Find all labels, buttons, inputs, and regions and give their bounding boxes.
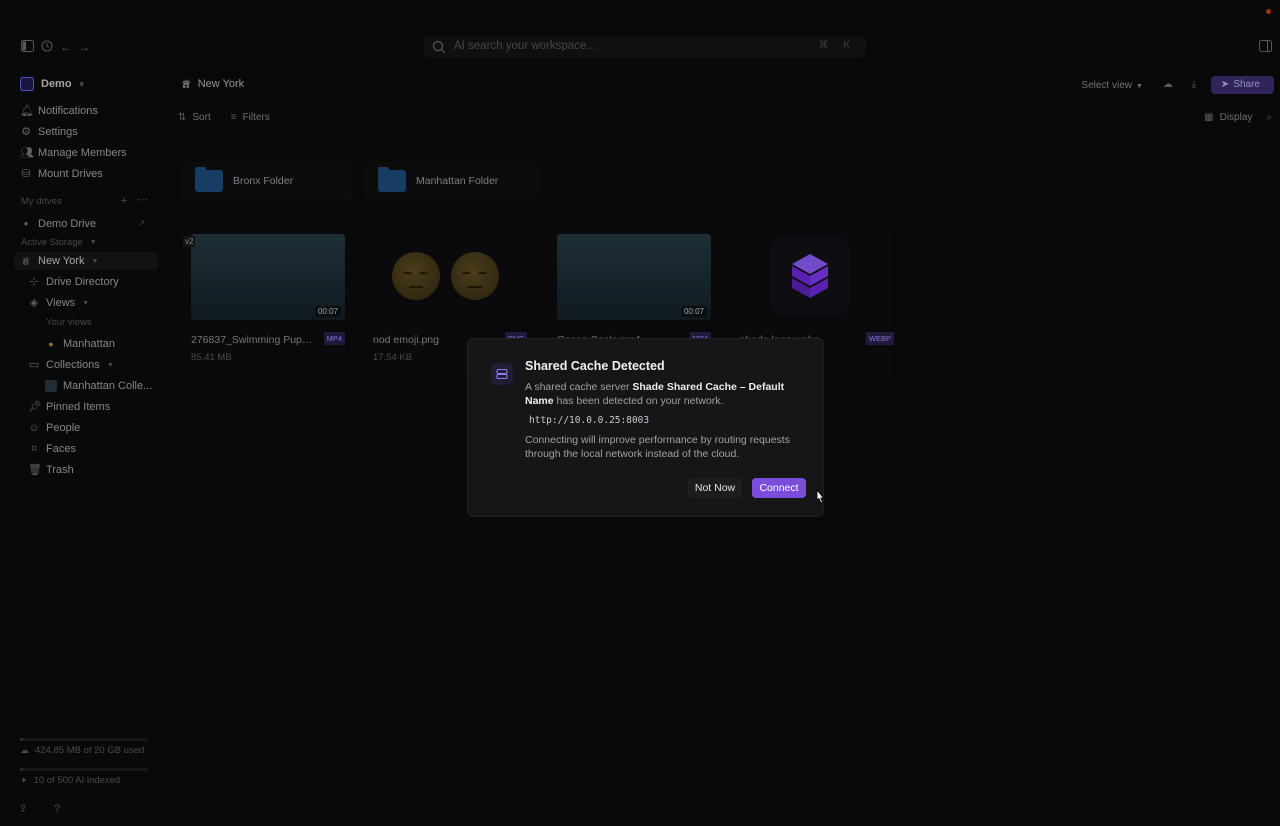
dialog-message-prefix: A shared cache server bbox=[525, 381, 633, 393]
dialog-message-suffix: has been detected on your network. bbox=[553, 395, 724, 407]
server-icon bbox=[491, 363, 513, 385]
server-address: http://10.0.0.25:8003 bbox=[529, 415, 650, 426]
connect-button[interactable]: Connect bbox=[752, 478, 806, 498]
dialog-explanation: Connecting will improve performance by r… bbox=[525, 434, 790, 460]
mouse-cursor-icon bbox=[816, 489, 825, 504]
app-window: ← → AI search your workspace... ⌘ K Demo… bbox=[0, 0, 1280, 826]
dialog-message: A shared cache server Shade Shared Cache… bbox=[525, 380, 815, 408]
dialog-title: Shared Cache Detected bbox=[525, 359, 665, 373]
shared-cache-dialog: Shared Cache Detected A shared cache ser… bbox=[467, 338, 824, 517]
not-now-button[interactable]: Not Now bbox=[688, 478, 742, 498]
